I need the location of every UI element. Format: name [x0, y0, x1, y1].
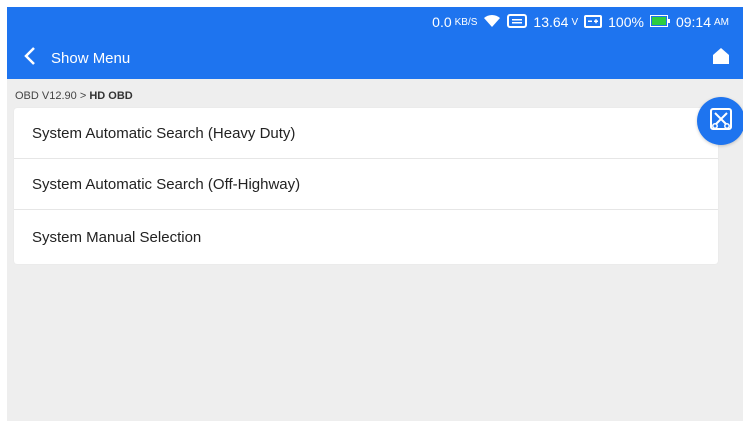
clock: 09:14 AM: [675, 14, 729, 30]
menu-item-manual-selection[interactable]: System Manual Selection: [14, 210, 718, 264]
app-frame: 0.0KB/S 13.64V 100% 09:14AM Show Menu: [7, 7, 743, 421]
voltage-readout: 13.64 V: [533, 14, 579, 30]
status-bar: 0.0 KB/S 13.64 V 100% 09:14 AM: [7, 7, 743, 37]
vehicle-battery-icon: [584, 14, 603, 31]
menu-item-heavy-duty[interactable]: System Automatic Search (Heavy Duty): [14, 108, 718, 159]
breadcrumb-separator: >: [79, 90, 87, 102]
home-icon: [711, 46, 731, 71]
toolbar: Show Menu: [7, 37, 743, 79]
net-speed: 0.0 KB/S: [432, 14, 478, 30]
menu-list: System Automatic Search (Heavy Duty) Sys…: [14, 108, 718, 264]
toolbar-title: Show Menu: [51, 49, 131, 67]
breadcrumb: OBD V12.90 > HD OBD: [15, 90, 133, 102]
battery-percent: 100%: [608, 14, 644, 30]
scissors-tool-icon: [708, 106, 734, 137]
menu-item-off-highway[interactable]: System Automatic Search (Off-Highway): [14, 159, 718, 210]
back-button[interactable]: [13, 37, 47, 79]
breadcrumb-current: HD OBD: [89, 90, 133, 102]
wifi-icon: [483, 14, 501, 31]
home-button[interactable]: [709, 46, 733, 70]
obd-connector-icon: [507, 13, 528, 31]
floating-tool-button[interactable]: [697, 97, 743, 145]
chevron-left-icon: [23, 46, 37, 71]
battery-icon: [649, 14, 670, 30]
breadcrumb-path: OBD V12.90: [15, 90, 77, 102]
